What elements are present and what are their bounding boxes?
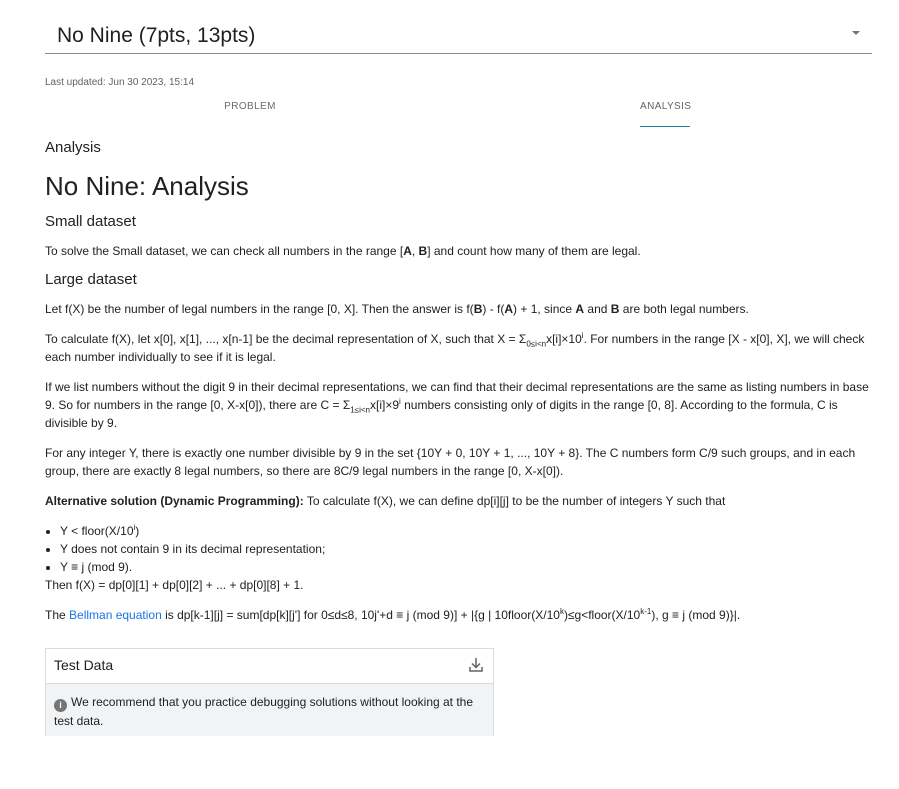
large-paragraph-6: The Bellman equation is dp[k-1][j] = sum… <box>45 607 741 623</box>
dp-conditions-list: Y < floor(X/10i) Y does not contain 9 in… <box>45 522 875 576</box>
tab-bar: PROBLEM ANALYSIS <box>45 96 872 128</box>
last-updated: Last updated: Jun 30 2023, 15:14 <box>45 77 195 88</box>
problem-selector[interactable]: No Nine (7pts, 13pts) <box>45 18 872 54</box>
list-item: Y ≡ j (mod 9). <box>60 558 875 576</box>
large-paragraph-5: Alternative solution (Dynamic Programmin… <box>45 494 726 508</box>
info-icon: i <box>54 699 67 712</box>
large-paragraph-3: If we list numbers without the digit 9 i… <box>45 380 869 430</box>
small-dataset-heading: Small dataset <box>45 213 136 230</box>
download-icon[interactable] <box>467 656 485 674</box>
section-kicker: Analysis <box>45 139 101 156</box>
test-data-notice-text: We recommend that you practice debugging… <box>54 695 474 728</box>
list-item: Y < floor(X/10i) <box>60 522 875 540</box>
tab-problem[interactable]: PROBLEM <box>200 96 300 126</box>
small-dataset-text: To solve the Small dataset, we can check… <box>45 244 641 258</box>
large-paragraph-2: To calculate f(X), let x[0], x[1], ..., … <box>45 331 865 365</box>
page-title: No Nine: Analysis <box>45 171 249 201</box>
tab-analysis[interactable]: ANALYSIS <box>640 96 691 127</box>
analysis-content: Analysis No Nine: Analysis Small dataset… <box>45 138 875 624</box>
test-data-title: Test Data <box>54 657 114 673</box>
list-item: Y does not contain 9 in its decimal repr… <box>60 540 875 558</box>
chevron-down-icon[interactable] <box>852 31 860 35</box>
large-paragraph-1: Let f(X) be the number of legal numbers … <box>45 302 749 316</box>
problem-selector-value: No Nine (7pts, 13pts) <box>57 24 256 47</box>
test-data-header: Test Data <box>46 649 493 684</box>
large-paragraph-4: For any integer Y, there is exactly one … <box>45 446 856 478</box>
test-data-card: Test Data i We recommend that you practic… <box>45 648 494 736</box>
dp-formula: Then f(X) = dp[0][1] + dp[0][2] + ... + … <box>45 578 304 592</box>
bellman-equation-link[interactable]: Bellman equation <box>69 608 162 622</box>
large-dataset-heading: Large dataset <box>45 271 137 288</box>
test-data-notice: i We recommend that you practice debuggin… <box>46 684 493 736</box>
